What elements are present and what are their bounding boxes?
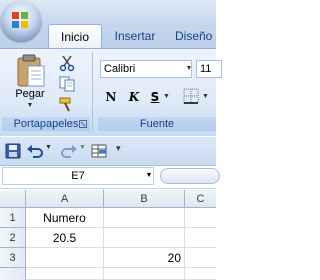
row-header-1[interactable]: 1 — [0, 208, 26, 228]
cell-a4[interactable] — [26, 268, 104, 280]
row-header-2[interactable]: 2 — [0, 228, 26, 248]
floppy-disk-icon[interactable] — [4, 143, 22, 159]
font-size-select[interactable]: 11 — [196, 60, 222, 78]
cell-b3[interactable]: 20 — [104, 248, 185, 268]
cell-b2[interactable] — [104, 228, 185, 248]
row-header-4[interactable] — [0, 268, 26, 280]
cell-c4[interactable] — [185, 268, 216, 280]
dialog-launcher-icon[interactable] — [79, 120, 87, 128]
paste-dropdown-icon[interactable]: ▼ — [25, 102, 35, 109]
cell-c3[interactable] — [185, 248, 216, 268]
group-separator — [92, 52, 93, 132]
cell-c1[interactable] — [185, 208, 216, 228]
name-box[interactable]: E7 — [2, 167, 154, 185]
redo-dropdown-icon[interactable]: ▼ — [79, 144, 86, 151]
underline-dropdown-icon[interactable]: ▼ — [163, 87, 171, 107]
clipboard-group-label: Portapapeles — [2, 117, 90, 131]
formula-bar-resize-handle[interactable] — [160, 168, 220, 184]
undo-icon[interactable] — [26, 143, 44, 159]
cell-a1[interactable]: Numero — [26, 208, 104, 228]
redo-icon[interactable] — [60, 143, 78, 159]
undo-dropdown-icon[interactable]: ▼ — [45, 144, 52, 151]
tab-diseno[interactable]: Diseño — [175, 24, 235, 48]
customize-qat-icon[interactable]: ▾ — [116, 143, 121, 154]
sort-icon[interactable] — [90, 143, 108, 159]
border-icon[interactable] — [183, 88, 199, 104]
select-all-corner[interactable] — [0, 190, 26, 208]
cell-b4[interactable] — [104, 268, 185, 280]
tab-inicio[interactable]: Inicio — [48, 24, 102, 50]
cell-c2[interactable] — [185, 228, 216, 248]
name-box-dropdown-icon[interactable]: ▼ — [144, 167, 154, 185]
italic-button[interactable]: K — [124, 87, 144, 107]
underline-button[interactable]: S — [145, 87, 165, 107]
scissors-icon[interactable] — [58, 54, 76, 72]
row-header-3[interactable]: 3 — [0, 248, 26, 268]
paste-label: Pegar — [15, 88, 45, 100]
column-header-c[interactable]: C — [185, 190, 216, 208]
copy-icon[interactable] — [58, 75, 76, 93]
bold-button[interactable]: N — [101, 87, 121, 107]
cell-a3[interactable] — [26, 248, 104, 268]
column-header-a[interactable]: A — [26, 190, 104, 208]
font-dropdown-icon[interactable]: ▼ — [184, 60, 194, 78]
tab-insertar[interactable]: Insertar — [108, 24, 162, 48]
border-dropdown-icon[interactable]: ▼ — [202, 87, 210, 107]
column-header-b[interactable]: B — [104, 190, 185, 208]
office-logo-icon — [12, 12, 28, 28]
brush-icon[interactable] — [58, 96, 76, 114]
font-family-select[interactable]: Calibri — [100, 60, 192, 78]
cell-a2[interactable]: 20.5 — [26, 228, 104, 248]
font-group-label: Fuente — [98, 117, 216, 131]
cell-b1[interactable] — [104, 208, 185, 228]
